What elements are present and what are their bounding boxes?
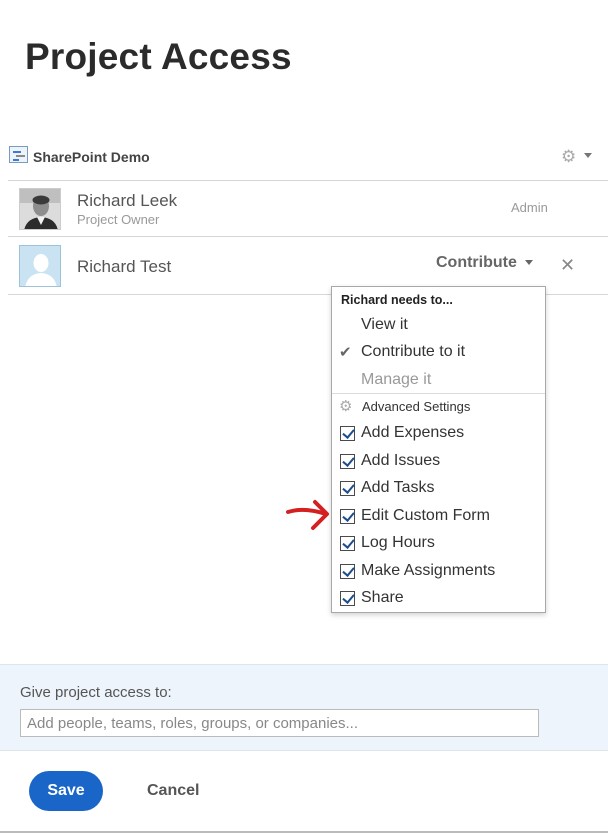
gear-icon: ⚙: [339, 398, 353, 415]
permission-value: Contribute: [436, 254, 517, 271]
checkbox[interactable]: [340, 591, 355, 606]
checkbox[interactable]: [340, 454, 355, 469]
menu-option-contribute[interactable]: Contribute to it: [361, 343, 465, 361]
access-label: Give project access to:: [20, 684, 172, 701]
project-name: SharePoint Demo: [33, 149, 150, 165]
member-access-label: Admin: [511, 200, 548, 215]
caret-down-icon: [524, 260, 533, 266]
checkbox-label: Share: [361, 589, 404, 606]
checkbox-label: Add Issues: [361, 452, 441, 469]
checkbox-label: Log Hours: [361, 534, 435, 551]
checkbox[interactable]: [340, 481, 355, 496]
checkbox[interactable]: [340, 536, 355, 551]
menu-option-view[interactable]: View it: [361, 316, 408, 334]
checkmark-icon: ✔: [339, 344, 352, 361]
access-search-input[interactable]: [20, 709, 539, 737]
checkbox-label: Add Tasks: [361, 479, 435, 496]
checkbox-label: Make Assignments: [361, 562, 496, 579]
close-icon[interactable]: ✕: [560, 255, 575, 276]
checkbox[interactable]: [340, 426, 355, 441]
member-name: Richard Test: [77, 257, 172, 276]
gear-icon[interactable]: ⚙: [561, 147, 576, 167]
member-name: Richard Leek: [77, 191, 178, 210]
save-button[interactable]: Save: [29, 771, 103, 811]
caret-down-icon[interactable]: [584, 153, 592, 158]
avatar-placeholder: [19, 245, 61, 287]
avatar: [19, 188, 61, 230]
checkbox-label: Add Expenses: [361, 424, 465, 441]
project-row: SharePoint Demo ⚙: [8, 143, 608, 181]
checkbox-label: Edit Custom Form: [361, 507, 490, 524]
project-icon: [9, 146, 28, 163]
advanced-settings-label: Advanced Settings: [362, 399, 471, 414]
permission-menu: Richard needs to... View it ✔ Contribute…: [331, 286, 546, 613]
divider: [332, 393, 545, 394]
checkbox[interactable]: [340, 564, 355, 579]
menu-header: Richard needs to...: [341, 293, 453, 307]
menu-option-manage: Manage it: [361, 371, 432, 388]
checkbox[interactable]: [340, 509, 355, 524]
member-role: Project Owner: [77, 212, 160, 227]
access-panel: Give project access to:: [0, 664, 608, 751]
cancel-button[interactable]: Cancel: [147, 782, 199, 800]
page-title: Project Access: [25, 36, 292, 77]
permission-dropdown[interactable]: Contribute: [436, 254, 533, 272]
member-row-richard-leek: Richard Leek Project Owner Admin: [8, 181, 608, 237]
annotation-arrow-icon: [286, 500, 329, 530]
